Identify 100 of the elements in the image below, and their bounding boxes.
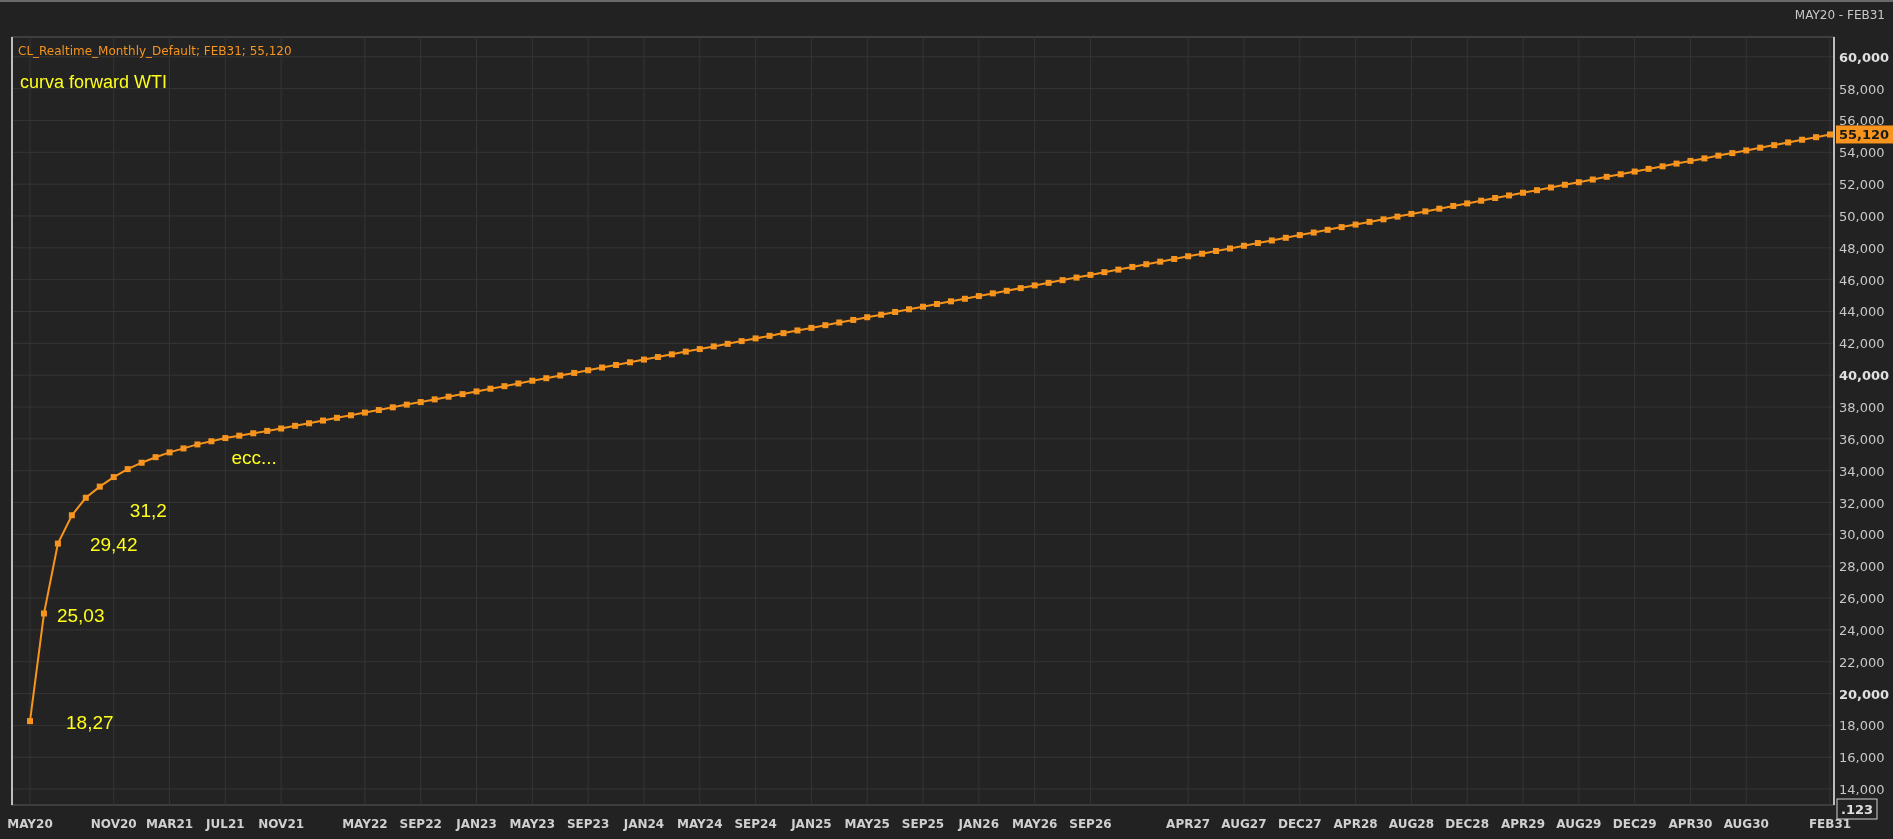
y-axis-label: 40,000 bbox=[1839, 368, 1890, 384]
x-axis-label: NOV21 bbox=[258, 817, 305, 831]
data-point bbox=[389, 404, 396, 411]
data-point bbox=[1101, 269, 1108, 276]
data-point bbox=[1422, 208, 1429, 215]
data-point bbox=[585, 367, 592, 374]
data-point bbox=[1227, 245, 1233, 252]
data-point bbox=[975, 293, 982, 300]
data-point bbox=[1673, 160, 1680, 167]
y-axis-label: 14,000 bbox=[1839, 782, 1885, 798]
data-point bbox=[1575, 179, 1582, 186]
data-point bbox=[892, 309, 899, 315]
data-point bbox=[222, 435, 229, 442]
data-point bbox=[1492, 195, 1499, 201]
x-axis-label: JAN26 bbox=[958, 817, 1000, 831]
data-point bbox=[1603, 173, 1610, 180]
data-point bbox=[627, 359, 633, 366]
data-point bbox=[208, 438, 215, 445]
x-axis-label: MAY23 bbox=[509, 817, 556, 831]
data-point bbox=[54, 540, 61, 547]
data-point bbox=[934, 301, 940, 307]
y-axis-label: 18,000 bbox=[1839, 718, 1885, 734]
data-point bbox=[487, 385, 494, 392]
data-point bbox=[1617, 171, 1624, 178]
y-axis-label: 34,000 bbox=[1839, 463, 1885, 479]
scale-button[interactable]: .123 bbox=[1836, 798, 1878, 820]
data-point bbox=[668, 351, 675, 358]
x-axis-label: APR28 bbox=[1333, 817, 1378, 831]
data-point bbox=[780, 330, 787, 337]
data-point bbox=[906, 306, 913, 313]
data-point bbox=[1268, 237, 1275, 244]
data-point bbox=[68, 512, 75, 519]
x-axis-label: JAN24 bbox=[623, 817, 665, 831]
data-point bbox=[1799, 136, 1806, 143]
data-point bbox=[1715, 152, 1722, 159]
data-point bbox=[459, 391, 466, 398]
x-axis-label: AUG27 bbox=[1221, 817, 1267, 831]
last-value-badge: 55,120 bbox=[1836, 125, 1893, 144]
x-axis-label: SEP24 bbox=[734, 817, 777, 831]
data-point bbox=[878, 311, 885, 318]
x-axis-label: APR29 bbox=[1501, 817, 1546, 831]
data-point bbox=[1547, 184, 1554, 191]
data-point bbox=[1380, 216, 1387, 223]
data-point bbox=[710, 343, 717, 350]
data-point bbox=[334, 414, 340, 421]
data-point bbox=[501, 383, 508, 390]
data-point bbox=[1199, 250, 1206, 257]
data-point bbox=[613, 362, 620, 368]
x-axis-label: AUG29 bbox=[1556, 817, 1602, 831]
data-point bbox=[445, 393, 452, 400]
data-point bbox=[124, 466, 131, 473]
y-axis-label: 16,000 bbox=[1839, 750, 1885, 766]
data-point bbox=[1561, 181, 1568, 188]
data-point bbox=[794, 327, 801, 334]
data-point bbox=[375, 407, 382, 414]
data-point bbox=[836, 319, 843, 326]
x-axis-label: JUL21 bbox=[206, 817, 245, 831]
x-axis-label: SEP22 bbox=[399, 817, 442, 831]
data-point bbox=[724, 340, 731, 347]
data-point bbox=[1450, 202, 1457, 209]
data-point bbox=[1436, 205, 1443, 212]
data-point bbox=[1352, 221, 1359, 228]
data-point bbox=[571, 369, 578, 376]
data-point bbox=[961, 295, 968, 302]
x-axis-label: MAY25 bbox=[844, 817, 890, 831]
data-point bbox=[1394, 213, 1401, 220]
data-point bbox=[1813, 134, 1820, 141]
data-point bbox=[1659, 163, 1666, 170]
x-axis-label: SEP23 bbox=[566, 817, 610, 831]
data-point bbox=[1213, 248, 1220, 254]
data-point bbox=[1115, 266, 1122, 273]
data-point bbox=[110, 474, 117, 481]
data-point bbox=[1143, 261, 1150, 268]
data-point bbox=[1534, 187, 1540, 194]
y-axis-label: 26,000 bbox=[1839, 591, 1885, 607]
data-point bbox=[557, 372, 564, 379]
data-point bbox=[1589, 176, 1596, 183]
data-point bbox=[808, 324, 815, 331]
data-point bbox=[1157, 258, 1164, 265]
data-point bbox=[1408, 210, 1415, 217]
data-point bbox=[1059, 277, 1066, 284]
data-point bbox=[599, 364, 606, 371]
data-point bbox=[1743, 147, 1750, 154]
y-axis-label: 44,000 bbox=[1839, 304, 1885, 320]
data-point bbox=[1701, 155, 1708, 162]
x-axis-label: DEC29 bbox=[1612, 817, 1657, 831]
y-axis-label: 50,000 bbox=[1839, 209, 1885, 224]
data-point bbox=[752, 335, 759, 342]
x-axis-label: JAN25 bbox=[791, 817, 832, 831]
data-point bbox=[1757, 144, 1764, 151]
data-point bbox=[1073, 274, 1080, 281]
data-point bbox=[766, 332, 773, 339]
data-point bbox=[1031, 282, 1038, 289]
data-point bbox=[696, 346, 703, 353]
data-point bbox=[138, 459, 145, 466]
x-axis-label: MAY22 bbox=[342, 817, 388, 831]
y-axis-label: 54,000 bbox=[1839, 145, 1885, 161]
y-axis-label: 42,000 bbox=[1839, 336, 1885, 352]
data-point bbox=[1171, 255, 1178, 262]
data-point bbox=[1324, 226, 1331, 233]
